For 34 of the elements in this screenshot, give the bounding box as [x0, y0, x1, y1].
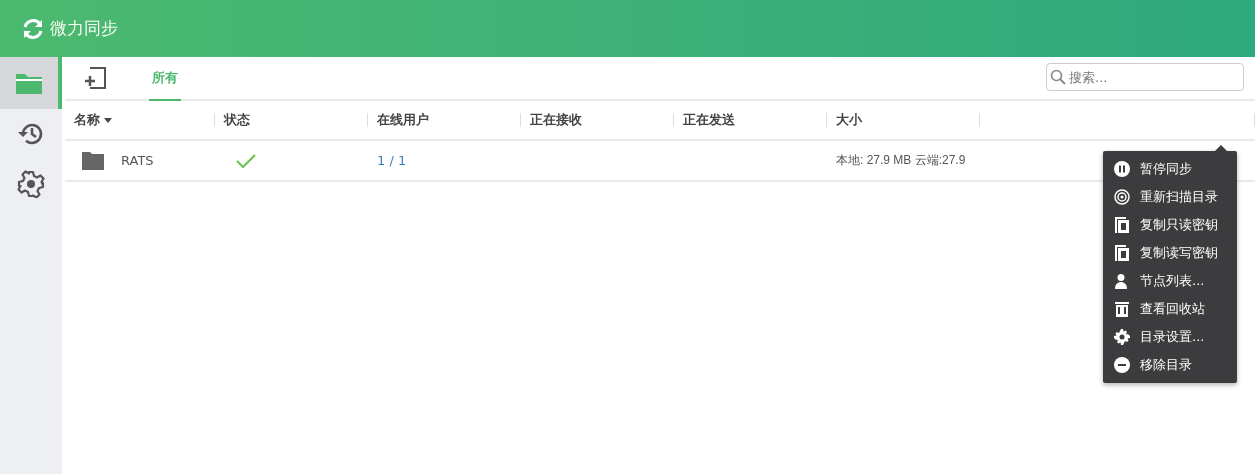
column-header: 状态	[224, 111, 250, 129]
folder-icon	[16, 72, 42, 94]
gear-icon	[1114, 329, 1130, 345]
column-header: 正在接收	[530, 111, 582, 129]
menu-item[interactable]: 查看回收站	[1103, 295, 1237, 323]
sync-logo-icon	[21, 16, 45, 41]
menu-item[interactable]: 移除目录	[1103, 351, 1237, 379]
search-field[interactable]: 搜索...	[1046, 63, 1244, 91]
column-header: 在线用户	[377, 111, 429, 129]
folder-icon	[82, 151, 104, 170]
remove-icon	[1114, 357, 1130, 373]
menu-item[interactable]: 目录设置...	[1103, 323, 1237, 351]
copy-icon	[1114, 245, 1130, 261]
online-users: 1 / 1	[377, 153, 407, 168]
menu-item[interactable]: 暂停同步	[1103, 155, 1237, 183]
menu-item[interactable]: 节点列表...	[1103, 267, 1237, 295]
settings-icon	[17, 170, 45, 198]
history-icon	[17, 121, 45, 147]
column-header: 大小	[836, 111, 862, 129]
caret-icon	[104, 117, 112, 123]
size-text: 本地: 27.9 MB 云端:27.9	[836, 152, 966, 169]
target-icon	[1114, 189, 1130, 205]
pause-icon	[1114, 161, 1130, 177]
column-header: 正在发送	[683, 111, 735, 129]
copy-icon	[1114, 217, 1130, 233]
menu-item[interactable]: 重新扫描目录	[1103, 183, 1237, 211]
add-folder-icon[interactable]	[84, 67, 106, 89]
menu-item[interactable]: 复制读写密钥	[1103, 239, 1237, 267]
column-header[interactable]: 名称	[74, 111, 100, 129]
app-title: 微力同步	[50, 17, 118, 40]
trash-icon	[1114, 301, 1130, 317]
folder-name[interactable]: RATS	[121, 153, 154, 168]
menu-item[interactable]: 复制只读密钥	[1103, 211, 1237, 239]
users-icon	[1114, 273, 1130, 289]
